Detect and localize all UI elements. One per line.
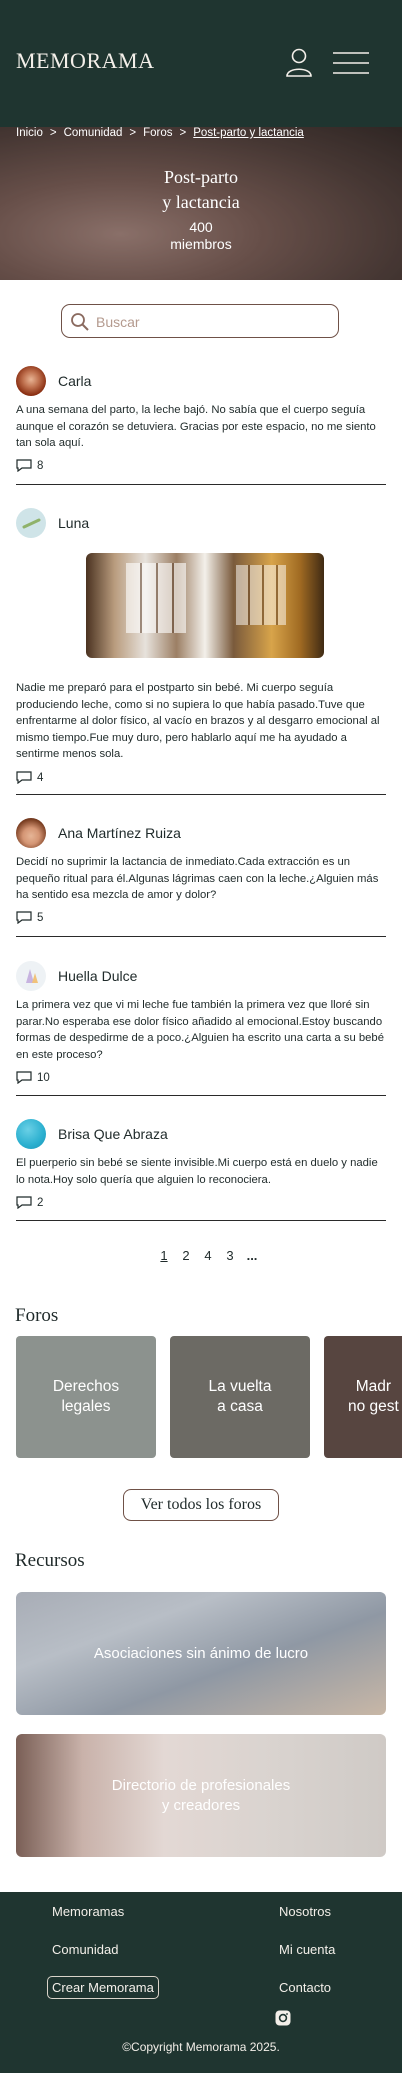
chevron-right-icon: >	[179, 127, 187, 139]
footer-link[interactable]: Memoramas	[52, 1904, 124, 1919]
comment-count[interactable]: 2	[16, 1196, 43, 1209]
page-title-line1: Post-parto	[164, 167, 238, 187]
member-count: 400 miembros	[0, 219, 402, 253]
post-text: La primera vez que vi mi leche fue tambi…	[16, 999, 384, 1061]
comment-count[interactable]: 5	[16, 911, 43, 924]
comment-count-value: 8	[37, 459, 44, 472]
page-more[interactable]: ...	[241, 1248, 263, 1263]
post-card: Carla A una semana del parto, la leche b…	[16, 366, 386, 485]
post-author[interactable]: Brisa Que Abraza	[16, 1119, 168, 1149]
post-author[interactable]: Carla	[16, 366, 91, 396]
post-card: Huella Dulce La primera vez que vi mi le…	[16, 961, 386, 1096]
avatar	[16, 508, 46, 538]
post-image	[86, 553, 324, 658]
section-title-foros: Foros	[15, 1305, 59, 1326]
page-title: Post-parto y lactancia	[0, 165, 402, 215]
footer-link[interactable]: Comunidad	[52, 1942, 119, 1957]
comment-icon	[16, 1196, 32, 1209]
comment-count[interactable]: 8	[16, 459, 43, 472]
search-input[interactable]	[94, 309, 328, 335]
comment-icon	[16, 459, 32, 472]
comment-count-value: 4	[37, 771, 44, 784]
resource-card[interactable]: Asociaciones sin ánimo de lucro	[16, 1592, 386, 1715]
pagination: 1 2 4 3 ...	[153, 1248, 263, 1263]
comment-count-value: 10	[37, 1071, 50, 1084]
page-title-line2: y lactancia	[162, 192, 240, 212]
search-icon	[71, 313, 89, 331]
avatar	[16, 818, 46, 848]
resource-card[interactable]: Directorio de profesionales y creadores	[16, 1734, 386, 1857]
member-count-value: 400	[189, 219, 213, 235]
section-title-recursos: Recursos	[15, 1550, 85, 1571]
comment-count[interactable]: 4	[16, 771, 43, 784]
avatar	[16, 366, 46, 396]
author-name[interactable]: Luna	[58, 515, 89, 531]
chevron-right-icon: >	[49, 127, 57, 139]
comment-count-value: 5	[37, 911, 44, 924]
instagram-icon[interactable]	[275, 2010, 291, 2026]
chevron-right-icon: >	[129, 127, 137, 139]
foro-card[interactable]: Madr no gest	[324, 1336, 402, 1458]
post-card: Luna Nadie me preparó para el postparto …	[16, 508, 386, 795]
member-count-label: miembros	[170, 236, 232, 252]
post-card: Ana Martínez Ruiza Decidí no suprimir la…	[16, 818, 386, 937]
footer-link[interactable]: Contacto	[279, 1980, 331, 1995]
search-box	[61, 304, 339, 338]
resource-card-label: Asociaciones sin ánimo de lucro	[93, 1644, 309, 1662]
post-text: A una semana del parto, la leche bajó. N…	[16, 404, 376, 449]
top-bar: MEMORAMA	[0, 0, 402, 127]
breadcrumb-inicio[interactable]: Inicio	[16, 127, 43, 139]
breadcrumb: Inicio > Comunidad > Foros > Post-parto …	[16, 127, 304, 139]
avatar	[16, 961, 46, 991]
author-name[interactable]: Huella Dulce	[58, 968, 137, 984]
page-link[interactable]: 2	[175, 1248, 197, 1263]
comment-icon	[16, 911, 32, 924]
post-author[interactable]: Ana Martínez Ruiza	[16, 818, 181, 848]
author-name[interactable]: Ana Martínez Ruiza	[58, 825, 181, 841]
breadcrumb-comunidad[interactable]: Comunidad	[64, 127, 123, 139]
post-text: Decidí no suprimir la lactancia de inmed…	[16, 856, 379, 901]
hero-banner: Inicio > Comunidad > Foros > Post-parto …	[0, 127, 402, 280]
page-link[interactable]: 4	[197, 1248, 219, 1263]
user-icon[interactable]	[285, 47, 313, 77]
resource-card-label: Directorio de profesionales y creadores	[111, 1776, 291, 1814]
post-author[interactable]: Huella Dulce	[16, 961, 137, 991]
breadcrumb-foros[interactable]: Foros	[143, 127, 172, 139]
comment-icon	[16, 1071, 32, 1084]
foro-card[interactable]: La vuelta a casa	[170, 1336, 310, 1458]
footer-link[interactable]: Nosotros	[279, 1904, 331, 1919]
comment-icon	[16, 771, 32, 784]
avatar	[16, 1119, 46, 1149]
page-link[interactable]: 1	[153, 1248, 175, 1263]
post-text: El puerperio sin bebé se siente invisibl…	[16, 1157, 378, 1186]
post-author[interactable]: Luna	[16, 508, 89, 538]
create-memorama-button[interactable]: Crear Memorama	[47, 1976, 159, 1999]
comment-count[interactable]: 10	[16, 1071, 50, 1084]
page-link[interactable]: 3	[219, 1248, 241, 1263]
footer-link[interactable]: Mi cuenta	[279, 1942, 335, 1957]
post-text: Nadie me preparó para el postparto sin b…	[16, 682, 380, 760]
copyright: ©Copyright Memorama 2025.	[122, 2040, 280, 2054]
logo[interactable]: MEMORAMA	[16, 48, 154, 74]
post-card: Brisa Que Abraza El puerperio sin bebé s…	[16, 1119, 386, 1221]
breadcrumb-current[interactable]: Post-parto y lactancia	[193, 127, 304, 139]
foro-card[interactable]: Derechos legales	[16, 1336, 156, 1458]
comment-count-value: 2	[37, 1196, 44, 1209]
view-all-foros-button[interactable]: Ver todos los foros	[123, 1489, 279, 1521]
author-name[interactable]: Brisa Que Abraza	[58, 1126, 168, 1142]
author-name[interactable]: Carla	[58, 373, 91, 389]
menu-icon[interactable]	[332, 50, 370, 76]
